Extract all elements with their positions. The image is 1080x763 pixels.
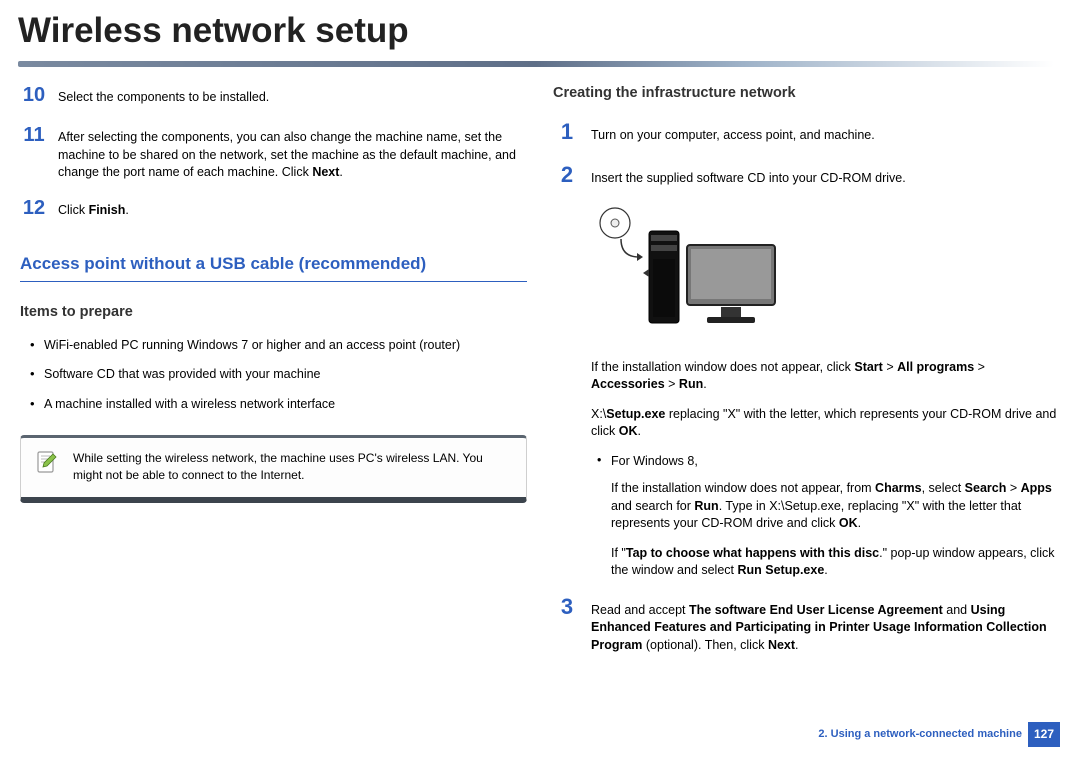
step-11: 11 After selecting the components, you c…: [20, 121, 527, 182]
content-columns: 10 Select the components to be installed…: [0, 81, 1080, 666]
footer-page-number: 127: [1028, 722, 1060, 747]
step-number: 12: [20, 194, 48, 222]
step-text: Read and accept The software End User Li…: [591, 602, 1060, 655]
step-2: 2 Insert the supplied software CD into y…: [553, 160, 1060, 191]
paragraph: If the installation window does not appe…: [591, 359, 1060, 394]
step-number: 1: [553, 117, 581, 148]
step-text: Select the components to be installed.: [58, 89, 269, 107]
footer-chapter: 2. Using a network-connected machine: [818, 722, 1022, 747]
step-number: 11: [20, 121, 48, 149]
step-text: After selecting the components, you can …: [58, 129, 527, 182]
paragraph: If the installation window does not appe…: [591, 480, 1060, 533]
left-column: 10 Select the components to be installed…: [20, 81, 527, 666]
step-number: 3: [553, 592, 581, 623]
post-illustration-block: If the installation window does not appe…: [553, 359, 1060, 580]
cd-pc-monitor-illustration: [591, 203, 781, 343]
list-item: For Windows 8,: [597, 453, 1060, 471]
subheading-items: Items to prepare: [20, 302, 527, 322]
page-footer: 2. Using a network-connected machine 127: [818, 722, 1060, 747]
step-3: 3 Read and accept The software End User …: [553, 592, 1060, 655]
subheading-rule: [20, 281, 527, 282]
step-text: Turn on your computer, access point, and…: [591, 127, 875, 145]
list-item: A machine installed with a wireless netw…: [30, 396, 527, 414]
list-item: Software CD that was provided with your …: [30, 366, 527, 384]
title-divider: [18, 61, 1054, 67]
step-text: Insert the supplied software CD into you…: [591, 170, 906, 188]
step-number: 10: [20, 81, 48, 109]
paragraph: If "Tap to choose what happens with this…: [591, 545, 1060, 580]
step-text: Click Finish.: [58, 202, 129, 220]
right-column: Creating the infrastructure network 1 Tu…: [553, 81, 1060, 666]
subheading-access-point: Access point without a USB cable (recomm…: [20, 252, 527, 276]
step-1: 1 Turn on your computer, access point, a…: [553, 117, 1060, 148]
step-12: 12 Click Finish.: [20, 194, 527, 222]
step-number: 2: [553, 160, 581, 191]
list-item: WiFi-enabled PC running Windows 7 or hig…: [30, 337, 527, 355]
paragraph: X:\Setup.exe replacing "X" with the lett…: [591, 406, 1060, 441]
items-to-prepare-list: WiFi-enabled PC running Windows 7 or hig…: [20, 337, 527, 414]
note-text: While setting the wireless network, the …: [73, 451, 483, 482]
note-icon: [35, 450, 59, 474]
note-box: While setting the wireless network, the …: [20, 435, 527, 503]
step-10: 10 Select the components to be installed…: [20, 81, 527, 109]
subheading-infrastructure: Creating the infrastructure network: [553, 83, 1060, 103]
page-title: Wireless network setup: [0, 0, 1080, 61]
